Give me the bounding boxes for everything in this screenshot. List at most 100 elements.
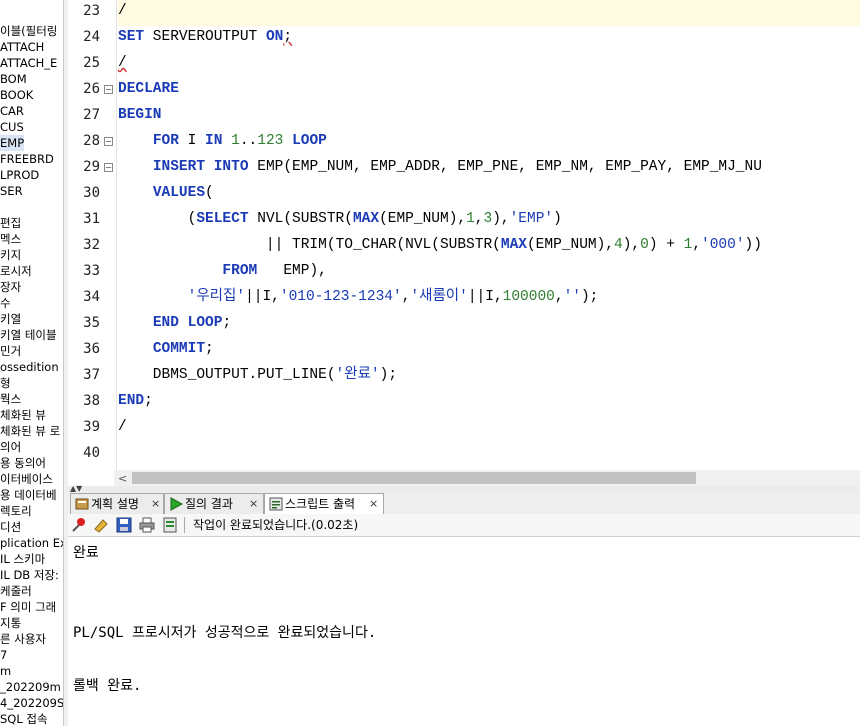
tree-item[interactable]: plication Ex — [0, 535, 63, 551]
code-line[interactable]: '우리집'||I,'010-123-1234','새롬이'||I,100000,… — [118, 286, 860, 312]
code-line[interactable]: SET SERVEROUTPUT ON; — [118, 26, 860, 52]
fold-toggle-icon[interactable]: − — [104, 85, 113, 94]
code-token: )) — [744, 237, 762, 253]
tree-item[interactable]: ATTACH — [0, 39, 44, 55]
tree-item[interactable]: EMP — [0, 135, 25, 151]
code-line[interactable]: DBMS_OUTPUT.PUT_LINE('완료'); — [118, 364, 860, 390]
tree-item[interactable]: F 의미 그래 — [0, 599, 56, 615]
tree-item[interactable]: 디션 — [0, 519, 21, 535]
code-token: 'EMP' — [509, 211, 554, 227]
tree-item[interactable]: IL 스키마 — [0, 551, 45, 567]
code-token: '완료' — [335, 367, 380, 383]
tree-item[interactable]: LPROD — [0, 167, 39, 183]
code-line[interactable]: / — [118, 52, 860, 78]
tab-query-result[interactable]: 질의 결과 × — [164, 493, 264, 514]
code-token: VALUES — [152, 185, 206, 201]
tree-item[interactable]: 이블(필터링 — [0, 23, 57, 39]
code-token: 0 — [640, 237, 649, 253]
export-icon[interactable] — [162, 517, 178, 533]
tree-item[interactable]: 지통 — [0, 615, 21, 631]
code-line[interactable]: INSERT INTO EMP(EMP_NUM, EMP_ADDR, EMP_P… — [118, 156, 860, 182]
fold-toggle-icon[interactable]: − — [104, 137, 113, 146]
tree-item[interactable]: 뭑스 — [0, 391, 21, 407]
tree-item[interactable]: 수 — [0, 295, 11, 311]
code-token: 123 — [257, 133, 284, 149]
code-line[interactable]: FOR I IN 1..123 LOOP — [118, 130, 860, 156]
line-number: 36 — [83, 341, 100, 357]
tree-item[interactable]: ATTACH_E — [0, 55, 57, 71]
code-line[interactable]: FROM EMP), — [118, 260, 860, 286]
script-output-area[interactable]: 완료 PL/SQL 프로시저가 성공적으로 완료되었습니다. 롤백 완료. — [68, 537, 860, 726]
close-icon[interactable]: × — [151, 494, 160, 514]
tree-item[interactable]: _202209m — [0, 679, 61, 695]
tree-item[interactable]: BOM — [0, 71, 27, 87]
close-icon[interactable]: × — [369, 494, 378, 514]
pin-icon[interactable] — [71, 517, 87, 533]
tree-item[interactable]: ossedition . — [0, 359, 63, 375]
code-line[interactable]: VALUES( — [118, 182, 860, 208]
code-line[interactable]: / — [118, 416, 860, 442]
tree-item[interactable]: 체화된 뷰 — [0, 407, 46, 423]
code-token: IN — [205, 133, 223, 149]
tree-item[interactable]: 른 사용자 — [0, 631, 46, 647]
tree-item[interactable]: 키열 테이블 — [0, 327, 57, 343]
scrollbar-thumb[interactable] — [132, 472, 696, 484]
tree-item[interactable]: FREEBRD — [0, 151, 54, 167]
code-line[interactable]: (SELECT NVL(SUBSTR(MAX(EMP_NUM),1,3),'EM… — [118, 208, 860, 234]
code-line[interactable]: / — [118, 0, 860, 26]
tree-item[interactable]: 키열 — [0, 311, 21, 327]
output-toolbar: 작업이 완료되었습니다.(0.02초) — [68, 514, 860, 537]
tab-label: 질의 결과 — [185, 497, 233, 511]
tree-item[interactable]: 멕스 — [0, 231, 21, 247]
line-number: 40 — [83, 445, 100, 461]
tree-item[interactable]: SQL 접속 — [0, 711, 48, 726]
tree-item[interactable]: 이터베이스 — [0, 471, 53, 487]
editor-horizontal-scrollbar[interactable]: < — [114, 470, 860, 486]
tree-item[interactable]: 7 — [0, 647, 7, 663]
line-number: 32 — [83, 237, 100, 253]
code-token: 3 — [483, 211, 493, 227]
tree-item[interactable]: CAR — [0, 103, 24, 119]
tree-item[interactable]: 장자 — [0, 279, 21, 295]
tree-item[interactable]: 용 데이터베 — [0, 487, 57, 503]
code-token: || TRIM(TO_CHAR(NVL(SUBSTR( — [118, 237, 501, 253]
code-line[interactable]: || TRIM(TO_CHAR(NVL(SUBSTR(MAX(EMP_NUM),… — [118, 234, 860, 260]
tree-item[interactable]: m — [0, 663, 11, 679]
tree-item[interactable]: 체화된 뷰 로 — [0, 423, 60, 439]
tree-item[interactable]: 로시저 — [0, 263, 32, 279]
code-token: ||I, — [245, 289, 280, 305]
code-line[interactable]: DECLARE — [118, 78, 860, 104]
tab-script-output[interactable]: 스크립트 출력 × — [264, 493, 384, 515]
tree-item[interactable]: 용 동의어 — [0, 455, 46, 471]
code-token: / — [118, 419, 127, 435]
code-line[interactable]: COMMIT; — [118, 338, 860, 364]
tree-item[interactable]: 의어 — [0, 439, 21, 455]
tree-item[interactable]: SER — [0, 183, 23, 199]
tree-item[interactable]: 케줄러 — [0, 583, 32, 599]
sql-worksheet-editor[interactable]: 23 24 25 26−27 28−29−30 31 32 33 34 35 36 37 38 39 40 … — [68, 0, 860, 470]
close-icon[interactable]: × — [249, 494, 258, 514]
eraser-icon[interactable] — [93, 517, 109, 533]
tree-item[interactable]: 형 — [0, 375, 11, 391]
tree-item[interactable]: 렉토리 — [0, 503, 32, 519]
tab-explain-plan[interactable]: 계획 설명 × — [70, 493, 164, 514]
code-line[interactable]: BEGIN — [118, 104, 860, 130]
tree-item[interactable]: BOOK — [0, 87, 33, 103]
code-line[interactable]: END LOOP; — [118, 312, 860, 338]
print-icon[interactable] — [139, 517, 155, 533]
tree-item[interactable]: 민거 — [0, 343, 21, 359]
tree-item[interactable]: 4_202209S — [0, 695, 63, 711]
tree-item[interactable]: 편집 — [0, 215, 21, 231]
scroll-left-arrow-icon[interactable]: < — [118, 472, 127, 485]
connections-tree[interactable]: 이블(필터링 ATTACH ATTACH_E BOM BOOK CAR CUS EMP FREE… — [0, 0, 63, 726]
code-line[interactable] — [118, 442, 860, 468]
code-line[interactable]: END; — [118, 390, 860, 416]
tree-item[interactable]: CUS — [0, 119, 24, 135]
code-token: ; — [144, 393, 153, 409]
fold-toggle-icon[interactable]: − — [104, 163, 113, 172]
save-icon[interactable] — [116, 517, 132, 533]
code-token: DBMS_OUTPUT.PUT_LINE( — [118, 367, 336, 383]
tree-item[interactable]: IL DB 저장: — [0, 567, 59, 583]
code-token: ( — [205, 185, 214, 201]
tree-item[interactable]: 키지 — [0, 247, 21, 263]
